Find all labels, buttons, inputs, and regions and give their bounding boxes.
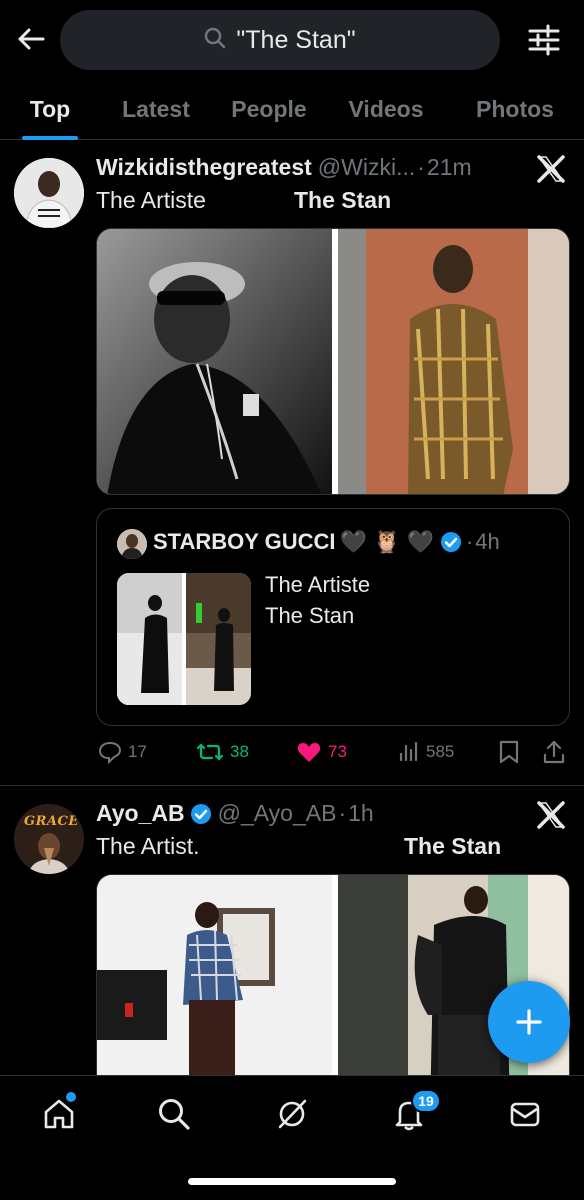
dot-separator: · bbox=[465, 529, 474, 554]
quote-avatar bbox=[117, 529, 147, 559]
avatar[interactable] bbox=[14, 158, 84, 228]
tweet[interactable]: Wizkidisthegreatest @Wizki... · 21m The … bbox=[0, 140, 584, 785]
search-tabs: Top Latest People Videos Photos bbox=[0, 78, 584, 140]
author-handle: @Wizki... bbox=[317, 154, 416, 180]
x-logo-icon[interactable] bbox=[536, 800, 566, 830]
verified-badge-icon bbox=[190, 803, 212, 825]
share-icon[interactable] bbox=[542, 739, 566, 770]
quote-photo-artiste bbox=[117, 573, 182, 705]
tweet-time: 21m bbox=[426, 154, 472, 180]
tweet-header: Wizkidisthegreatest @Wizki... · 21m bbox=[96, 154, 472, 181]
home-indicator bbox=[188, 1178, 396, 1185]
media-photo-stan[interactable] bbox=[338, 229, 569, 494]
quote-emojis: 🖤 🦉 🖤 bbox=[339, 529, 434, 554]
quote-header: STARBOY GUCCI 🖤 🦉 🖤 · 4h bbox=[153, 529, 500, 555]
repost-icon bbox=[196, 743, 224, 761]
quoted-tweet[interactable]: STARBOY GUCCI 🖤 🦉 🖤 · 4h The Artiste The… bbox=[96, 508, 570, 726]
media-photo-artiste[interactable] bbox=[97, 229, 332, 494]
quote-text: The Artiste The Stan bbox=[265, 572, 371, 628]
dot-separator: · bbox=[338, 800, 347, 826]
tab-latest[interactable]: Latest bbox=[100, 78, 212, 140]
views-button[interactable]: 585 bbox=[398, 740, 454, 764]
quote-media[interactable] bbox=[117, 573, 251, 705]
text-artiste: The Artiste bbox=[96, 187, 206, 213]
author-name[interactable]: Ayo_AB bbox=[96, 800, 185, 827]
home-new-dot bbox=[66, 1092, 76, 1102]
tab-people[interactable]: People bbox=[212, 78, 326, 140]
compose-button[interactable] bbox=[488, 981, 570, 1063]
filter-sliders-icon[interactable] bbox=[526, 22, 562, 58]
back-arrow-icon[interactable] bbox=[14, 22, 48, 56]
text-artist: The Artist. bbox=[96, 833, 200, 859]
tweet-time: 1h bbox=[348, 800, 374, 826]
quote-author-name: STARBOY GUCCI bbox=[153, 529, 336, 554]
search-header: "The Stan" Top Latest People Videos Phot… bbox=[0, 0, 584, 140]
media-photo-artist[interactable] bbox=[97, 875, 332, 1075]
quote-time: 4h bbox=[475, 529, 500, 554]
verified-badge-icon bbox=[440, 531, 462, 553]
views-chart-icon bbox=[399, 741, 418, 762]
text-stan: The Stan bbox=[294, 187, 392, 213]
like-button[interactable]: 73 bbox=[296, 740, 347, 764]
plus-icon bbox=[516, 1009, 542, 1035]
reply-button[interactable]: 17 bbox=[98, 740, 147, 764]
quote-photo-stan bbox=[186, 573, 251, 705]
search-query: "The Stan" bbox=[236, 25, 356, 54]
heart-icon bbox=[297, 743, 321, 762]
author-handle: @_Ayo_AB bbox=[217, 800, 337, 826]
tweet-text: The Artiste The Stan bbox=[96, 187, 391, 214]
x-logo-icon[interactable] bbox=[536, 154, 566, 184]
tab-photos[interactable]: Photos bbox=[446, 78, 584, 140]
tab-videos[interactable]: Videos bbox=[326, 78, 446, 140]
grok-icon[interactable] bbox=[272, 1094, 312, 1134]
explore-search-icon[interactable] bbox=[154, 1094, 194, 1134]
text-stan: The Stan bbox=[404, 833, 502, 859]
bookmark-icon[interactable] bbox=[498, 739, 520, 770]
avatar[interactable]: GRACE bbox=[14, 804, 84, 874]
messages-envelope-icon[interactable] bbox=[505, 1094, 545, 1134]
dot-separator: · bbox=[417, 154, 425, 180]
search-icon bbox=[204, 27, 226, 54]
author-name[interactable]: Wizkidisthegreatest bbox=[96, 154, 312, 181]
tab-top[interactable]: Top bbox=[0, 78, 100, 140]
tweet-text: The Artist. The Stan bbox=[96, 833, 501, 860]
tweet-media[interactable] bbox=[96, 228, 570, 495]
reply-icon bbox=[98, 741, 122, 764]
notification-badge: 19 bbox=[411, 1089, 441, 1113]
tweet-actions: 17 38 73 585 bbox=[96, 737, 570, 767]
avatar-grace-text: GRACE bbox=[24, 814, 79, 829]
tweet-header: Ayo_AB @_Ayo_AB · 1h bbox=[96, 800, 374, 827]
repost-button[interactable]: 38 bbox=[196, 740, 249, 764]
search-input[interactable]: "The Stan" bbox=[60, 10, 500, 70]
